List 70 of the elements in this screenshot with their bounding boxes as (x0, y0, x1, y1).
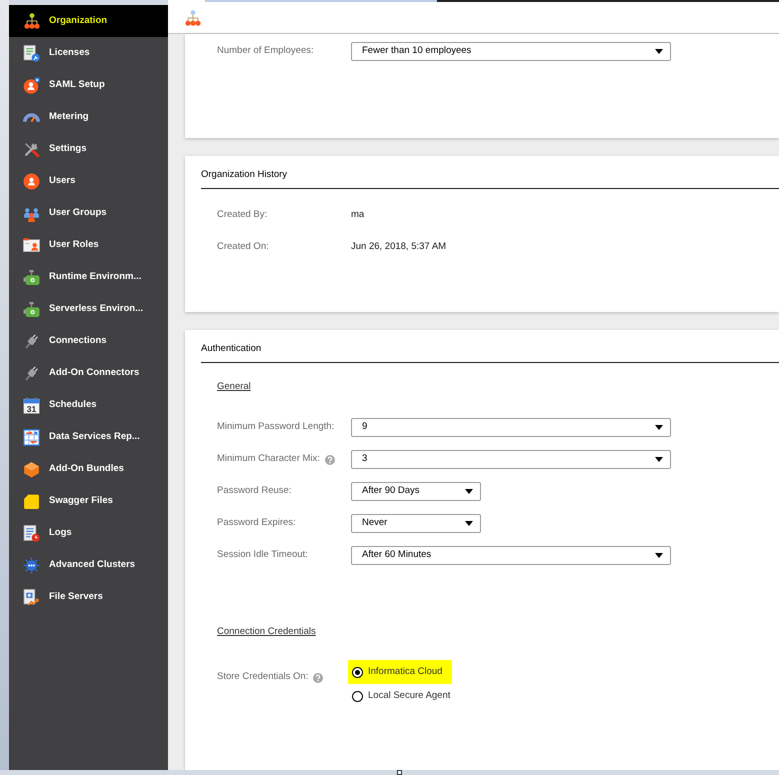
gauge-icon (23, 112, 40, 122)
cube-icon (23, 460, 40, 478)
dropdown[interactable]: Never (351, 514, 481, 533)
caret-icon (655, 425, 663, 430)
caret-icon (465, 521, 473, 526)
plug-icon (23, 364, 40, 382)
section-heading: Connection Credentials (217, 626, 316, 638)
dropdown[interactable]: After 60 Minutes (351, 546, 671, 565)
calendar-icon: 31 (23, 396, 40, 414)
caret-icon (655, 457, 663, 462)
section-heading: General (217, 381, 251, 393)
sidebar-item[interactable]: User Groups (9, 197, 168, 229)
dropdown[interactable]: 3 (351, 450, 671, 469)
sidebar-item[interactable]: User Roles (9, 229, 168, 261)
field-label: Created By: (217, 208, 268, 222)
radio-icon[interactable] (352, 666, 363, 678)
field-label: Created On: (217, 240, 269, 254)
sidebar-item[interactable]: 31 Schedules (9, 389, 168, 421)
field-label: Password Reuse: (217, 484, 292, 498)
org-chart-icon (24, 13, 40, 29)
org-chart-icon (185, 10, 201, 26)
dropdown[interactable]: 9 (351, 418, 671, 437)
sidebar-item[interactable]: Serverless Environ... (9, 293, 168, 325)
sidebar-item[interactable]: SAML Setup (9, 69, 168, 101)
dropdown[interactable]: Fewer than 10 employees (351, 42, 671, 61)
engine-icon (23, 268, 40, 286)
engine-icon (23, 300, 40, 318)
card-title: Authentication (201, 343, 262, 355)
sidebar-item[interactable]: Swagger Files (9, 485, 168, 517)
document-arrow-icon (23, 588, 40, 606)
sidebar-item[interactable]: Logs (9, 517, 168, 549)
grid-arrows-icon (23, 428, 40, 446)
radio-option[interactable]: Informatica Cloud (348, 660, 452, 684)
radio-option[interactable]: Local Secure Agent (348, 684, 460, 708)
caret-icon (655, 49, 663, 54)
sidebar-item[interactable]: Settings (9, 133, 168, 165)
field-value: ma (351, 208, 364, 222)
sidebar-item[interactable]: Connections (9, 325, 168, 357)
user-lock-icon (23, 76, 40, 94)
sidebar-item[interactable]: Organization (9, 5, 168, 37)
user-card-icon (23, 238, 40, 252)
document-key-icon (23, 44, 40, 62)
sidebar-item[interactable]: Users (9, 165, 168, 197)
caret-icon (655, 553, 663, 558)
dropdown[interactable]: After 90 Days (351, 482, 481, 501)
radio-icon[interactable] (352, 690, 363, 702)
field-label: Password Expires: (217, 516, 296, 530)
resize-handle[interactable] (397, 770, 402, 775)
document-clock-icon (23, 524, 40, 542)
field-label: Minimum Character Mix: (217, 452, 320, 466)
wrench-screwdriver-icon (23, 140, 40, 158)
caret-icon (465, 489, 473, 494)
sidebar-item[interactable]: File Servers (9, 581, 168, 613)
field-value: Jun 26, 2018, 5:37 AM (351, 240, 446, 254)
field-label: Store Credentials On: (217, 670, 308, 684)
sidebar-item[interactable]: Advanced Clusters (9, 549, 168, 581)
sidebar-item[interactable]: Metering (9, 101, 168, 133)
note-icon (23, 492, 40, 510)
user-icon (23, 172, 40, 190)
sidebar-item[interactable]: Add-On Bundles (9, 453, 168, 485)
sidebar-item[interactable]: Data Services Rep... (9, 421, 168, 453)
sidebar-item[interactable]: Licenses (9, 37, 168, 69)
field-label: Minimum Password Length: (217, 420, 334, 434)
field-label: Session Idle Timeout: (217, 548, 308, 562)
sidebar-item[interactable]: Runtime Environm... (9, 261, 168, 293)
sidebar-item[interactable]: Add-On Connectors (9, 357, 168, 389)
field-label: Number of Employees: (217, 44, 314, 58)
card-title: Organization History (201, 169, 288, 181)
cluster-icon (23, 556, 40, 574)
plug-icon (23, 332, 40, 350)
